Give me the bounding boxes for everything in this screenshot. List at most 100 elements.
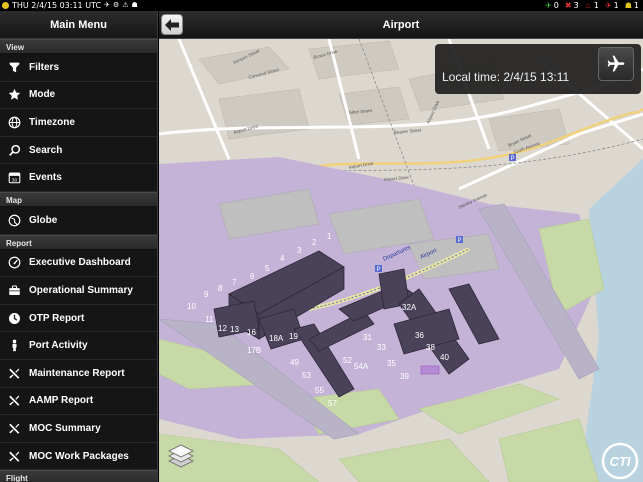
status-item-person[interactable]: ☗ 1 — [625, 0, 639, 11]
gate-label: 19 — [289, 332, 298, 341]
plane-icon — [607, 55, 625, 72]
flight-button[interactable] — [598, 47, 634, 81]
gate-label: 7 — [232, 278, 237, 287]
menu-label: Mode — [29, 89, 56, 101]
gate-label: 40 — [440, 353, 449, 362]
sidebar: Main Menu View Filters Mode Timezone Sea… — [0, 11, 158, 482]
status-count: 0 — [553, 1, 559, 10]
tools-icon — [7, 366, 21, 380]
menu-label: Maintenance Report — [29, 367, 125, 379]
svg-text:30: 30 — [11, 178, 17, 184]
gate-label: 31 — [363, 333, 372, 342]
gate-label: 2 — [312, 238, 317, 247]
menu-item-moc-work-packages[interactable]: MOC Work Packages — [0, 442, 157, 471]
plane-icon: ✈ — [545, 1, 552, 10]
local-time-text: Local time: 2/4/15 13:11 — [442, 70, 570, 84]
gate-label: 54A — [354, 362, 369, 371]
gate-label: 3 — [297, 246, 302, 255]
gauge-icon — [7, 256, 21, 270]
menu-item-filters[interactable]: Filters — [0, 54, 157, 82]
menu-label: Events — [29, 172, 62, 184]
back-arrow-icon — [165, 18, 179, 31]
menu-item-timezone[interactable]: Timezone — [0, 109, 157, 137]
gate-label: 4 — [280, 254, 285, 263]
calendar-icon: 30 — [7, 171, 21, 185]
menu-item-search[interactable]: Search — [0, 136, 157, 165]
svg-text:P: P — [377, 267, 381, 273]
gate-label: 35 — [387, 359, 396, 368]
menu-item-maintenance-report[interactable]: Maintenance Report — [0, 359, 157, 388]
gate-label: 39 — [400, 372, 409, 381]
gate-label: 38 — [426, 343, 435, 352]
svg-text:P: P — [511, 156, 515, 162]
status-count: 1 — [613, 1, 619, 10]
status-left: THU 2/4/15 03:11 UTC ✈ ⚙ ⚠ ☗ — [0, 0, 138, 11]
plane-icon: ✈ — [104, 1, 110, 9]
gate-label: 32A — [402, 303, 417, 312]
plane-alert-icon: ✈ — [604, 1, 612, 10]
menu-item-aamp-report[interactable]: AAMP Report — [0, 387, 157, 416]
status-count: 3 — [573, 1, 579, 10]
section-flight: Flight — [0, 470, 157, 482]
section-view: View — [0, 39, 157, 54]
menu-label: Operational Summary — [29, 284, 133, 296]
status-count: 1 — [593, 1, 599, 10]
status-indicator-icon — [2, 2, 9, 9]
gate-label: 55 — [315, 386, 324, 395]
gate-label: 12 — [218, 324, 227, 333]
gate-label: 9 — [204, 290, 209, 299]
gate-label: 36 — [415, 331, 424, 340]
tools-icon — [7, 394, 21, 408]
menu-item-mode[interactable]: Mode — [0, 81, 157, 110]
gate-label: 1 — [327, 232, 332, 241]
menu-item-port-activity[interactable]: Port Activity — [0, 332, 157, 360]
svg-text:P: P — [458, 238, 462, 244]
menu-item-executive-dashboard[interactable]: Executive Dashboard — [0, 249, 157, 278]
map-layers-icon[interactable] — [167, 443, 195, 471]
gate-label: 57 — [328, 399, 337, 408]
menu-label: Search — [29, 144, 63, 156]
menu-item-globe[interactable]: Globe — [0, 206, 157, 235]
filter-icon — [7, 60, 21, 74]
menu-label: MOC Work Packages — [29, 450, 129, 462]
tools-icon — [7, 421, 21, 435]
status-item-maintenance[interactable]: ✖ 3 — [565, 0, 579, 11]
logo-text: CTI — [610, 454, 631, 469]
sidebar-title: Main Menu — [0, 11, 157, 39]
gate-label: 11 — [205, 315, 214, 324]
gate-label: 49 — [290, 358, 299, 367]
status-item-fire[interactable]: ♨ 1 — [585, 0, 599, 11]
nav-title: Airport — [382, 19, 420, 31]
gate-label: 10 — [187, 302, 196, 311]
menu-item-operational-summary[interactable]: Operational Summary — [0, 277, 157, 305]
airport-map[interactable]: 1 2 3 4 5 6 7 8 9 10 11 12 13 16 17B 18A… — [159, 39, 643, 482]
settings-icon: ⚙ — [112, 1, 120, 9]
menu-label: OTP Report — [29, 312, 85, 324]
menu-label: Timezone — [29, 116, 75, 128]
section-report: Report — [0, 234, 157, 250]
alert-icon: ⚠ — [122, 1, 129, 9]
section-map: Map — [0, 191, 157, 207]
back-button[interactable] — [161, 14, 183, 35]
menu-item-otp-report[interactable]: OTP Report — [0, 304, 157, 333]
main-panel: Airport 1 2 3 4 5 6 7 8 9 10 11 12 13 16… — [159, 11, 643, 482]
cti-logo: CTI — [601, 442, 639, 480]
status-item-flights[interactable]: ✈ 0 — [545, 0, 559, 11]
clock-icon — [7, 311, 21, 325]
local-time-panel: Local time: 2/4/15 13:11 — [435, 44, 641, 94]
gate-label: 52 — [343, 356, 352, 365]
person-icon: ☗ — [624, 1, 632, 10]
menu-item-moc-summary[interactable]: MOC Summary — [0, 415, 157, 443]
status-item-alert[interactable]: ✈ 1 — [605, 0, 619, 11]
person-icon: ☗ — [131, 1, 138, 9]
status-count: 1 — [633, 1, 639, 10]
menu-label: Port Activity — [29, 340, 88, 352]
nav-bar: Airport — [159, 11, 643, 39]
status-bar: THU 2/4/15 03:11 UTC ✈ ⚙ ⚠ ☗ ✈ 0 ✖ 3 ♨ 1… — [0, 0, 643, 11]
gate-label: 53 — [302, 371, 311, 380]
menu-label: Executive Dashboard — [29, 257, 131, 269]
menu-label: AAMP Report — [29, 395, 94, 407]
status-datetime: THU 2/4/15 03:11 UTC — [12, 1, 102, 10]
menu-item-events[interactable]: 30 Events — [0, 164, 157, 192]
star-icon — [7, 88, 21, 102]
